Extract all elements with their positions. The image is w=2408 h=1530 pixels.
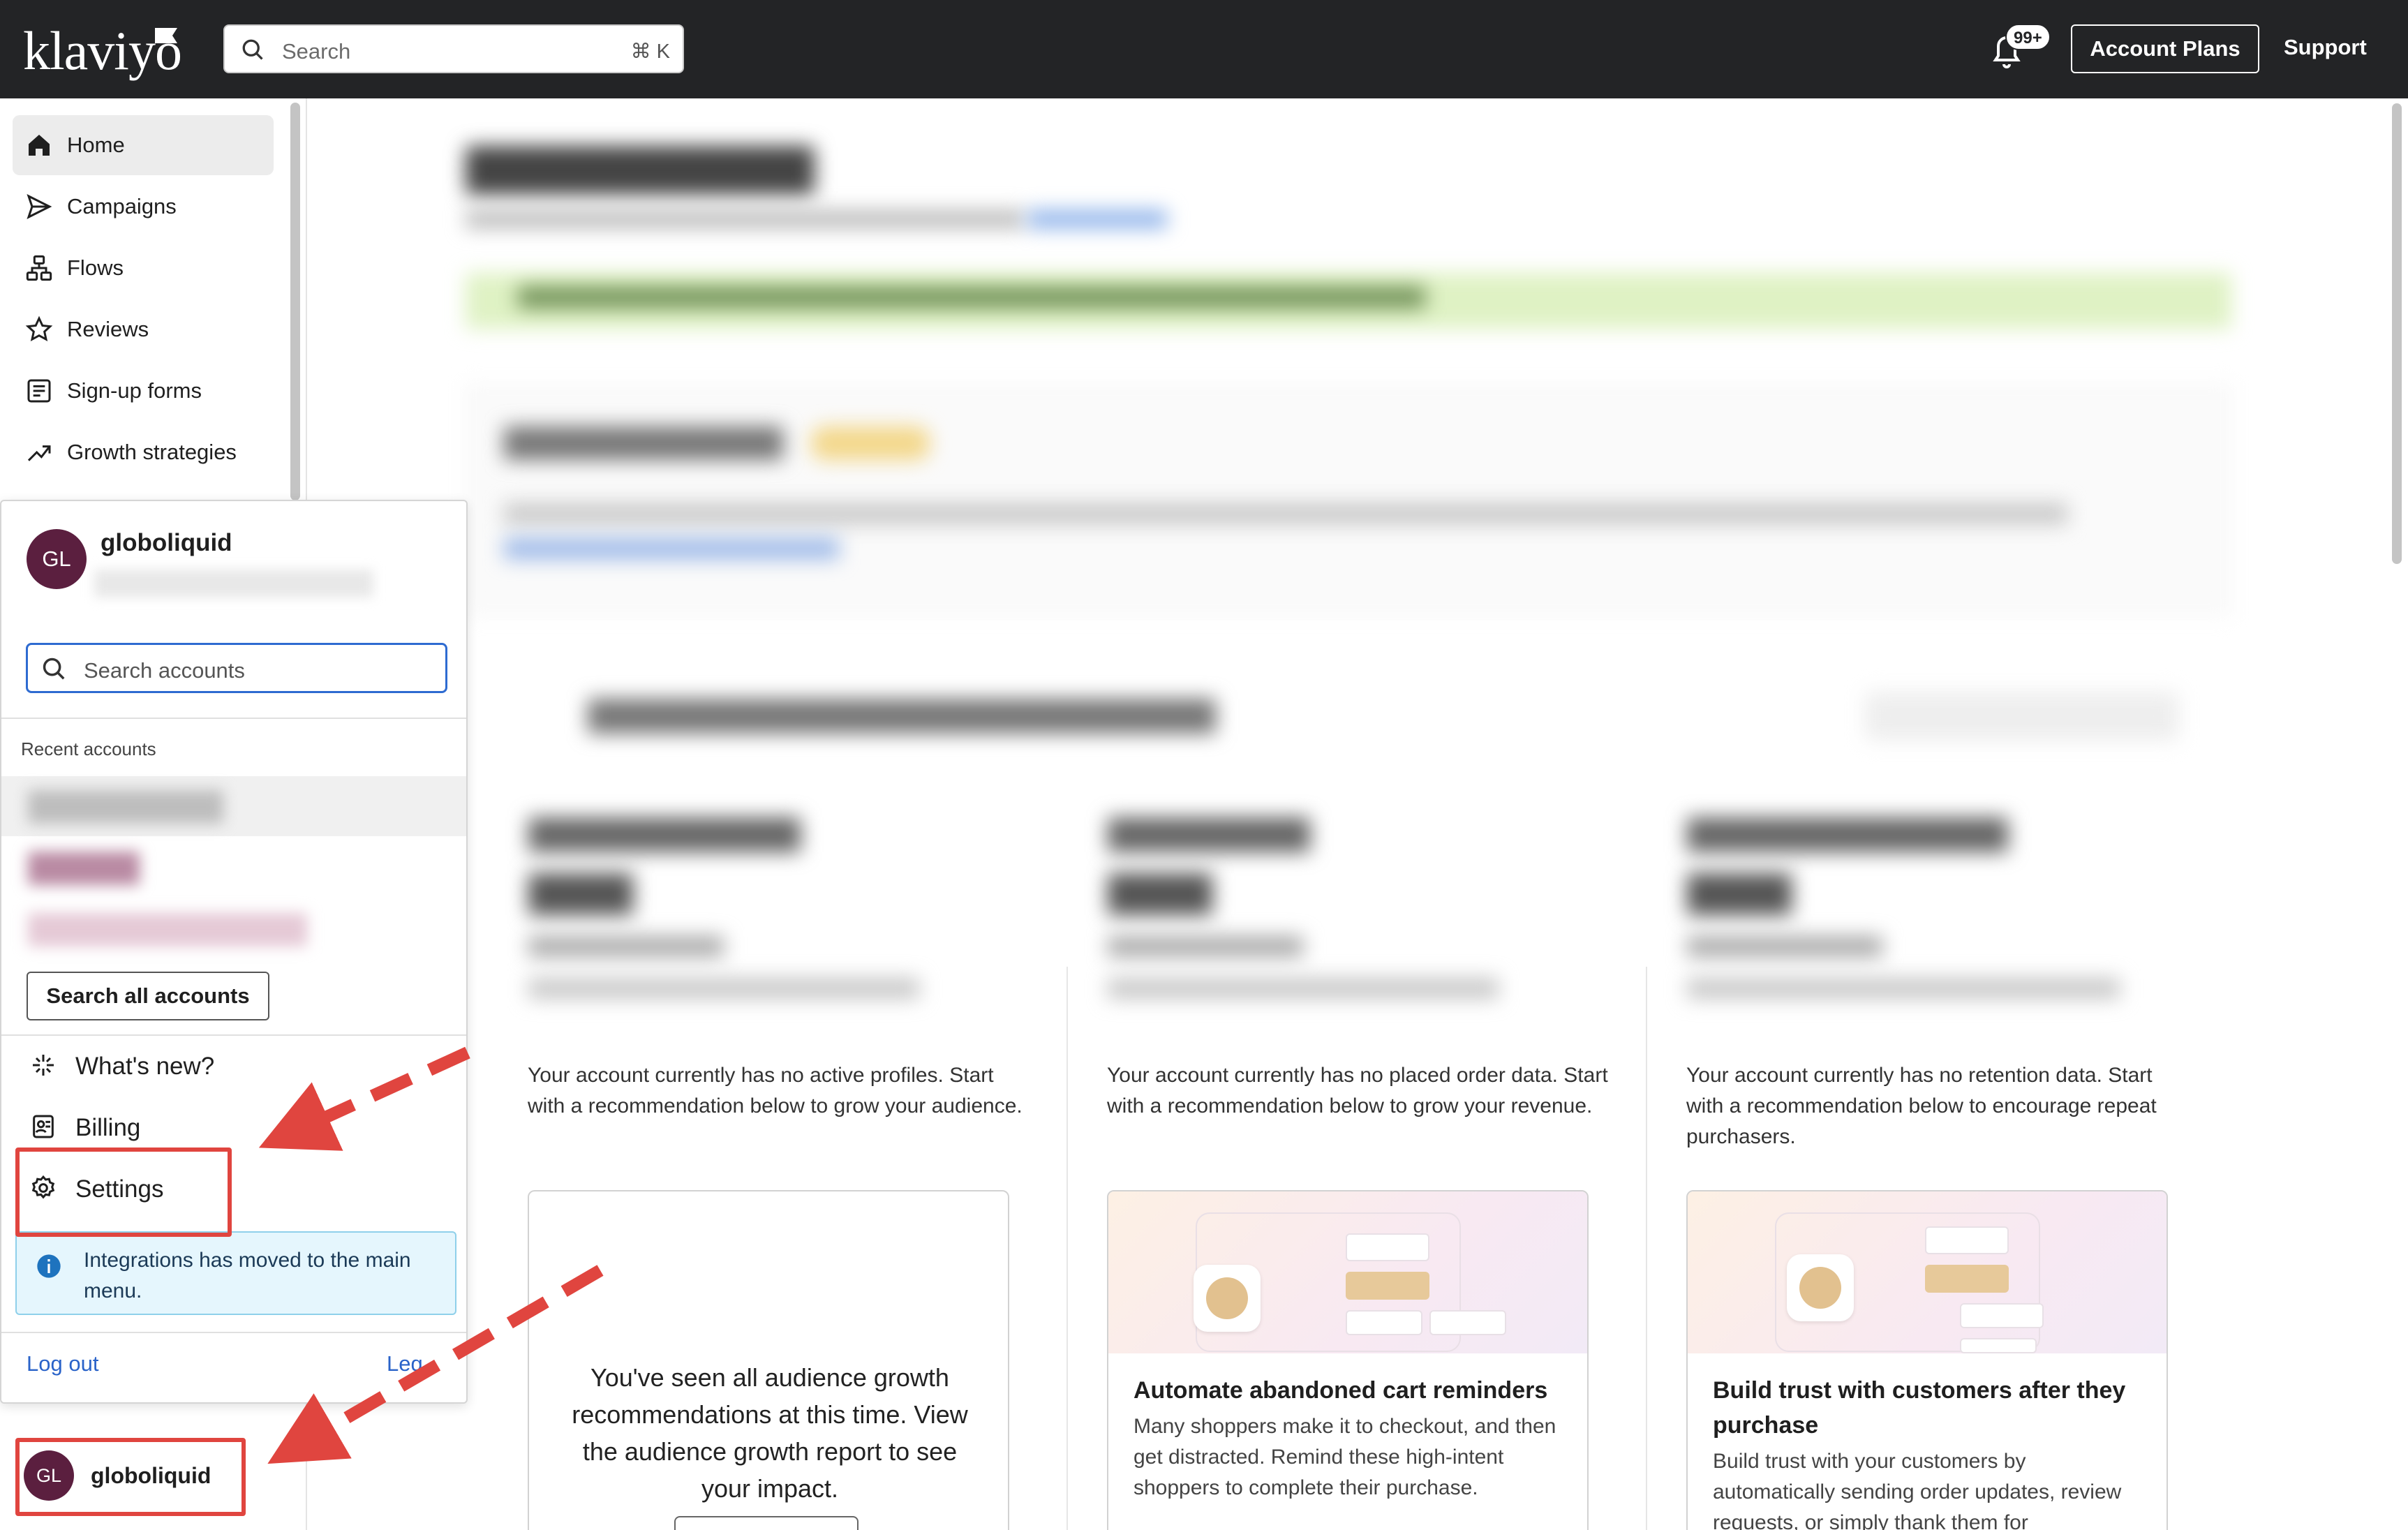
info-icon — [37, 1254, 61, 1278]
divider — [1, 1034, 466, 1036]
audience-seen-card: You've seen all audience growth recommen… — [528, 1190, 1009, 1530]
revenue-column: Your account currently has no placed ord… — [1068, 967, 1647, 1530]
sidebar-item-label: Sign-up forms — [67, 378, 202, 403]
integrations-info-banner: Integrations has moved to the main menu. — [15, 1231, 456, 1315]
blurred-dashboard — [309, 98, 2408, 1065]
search-placeholder: Search — [282, 39, 351, 64]
divider — [1, 1332, 466, 1333]
cart-icon — [1206, 1277, 1248, 1319]
whats-new-menu-item[interactable]: What's new? — [15, 1037, 448, 1093]
revenue-empty-message: Your account currently has no placed ord… — [1107, 1064, 1608, 1117]
sidebar-item-reviews[interactable]: Reviews — [13, 299, 274, 359]
trend-icon — [27, 445, 51, 461]
search-icon — [242, 39, 263, 60]
flows-icon — [26, 255, 52, 281]
abandoned-cart-description: Many shoppers make it to checkout, and t… — [1134, 1415, 1556, 1499]
account-menu-popover: GL globoliquid Search accounts Recent ac… — [0, 500, 468, 1404]
global-search-input[interactable]: Search ⌘ K — [223, 24, 684, 73]
retention-column: Your account currently has no retention … — [1647, 967, 2227, 1530]
audience-growth-column: Your account currently has no active pro… — [489, 967, 1068, 1530]
account-avatar: GL — [27, 529, 87, 589]
main-scrollbar[interactable] — [2392, 103, 2402, 564]
post-purchase-description: Build trust with your customers by autom… — [1713, 1450, 2122, 1530]
account-plans-button[interactable]: Account Plans — [2071, 24, 2259, 73]
divider — [1, 718, 466, 719]
account-email-redacted — [94, 570, 373, 597]
top-bar: klaviyo Search ⌘ K 99+ Account Plans Sup… — [0, 0, 2408, 98]
sidebar-scrollbar[interactable] — [290, 103, 300, 500]
send-icon — [27, 194, 52, 219]
post-purchase-card[interactable]: Build trust with customers after they pu… — [1686, 1190, 2168, 1530]
menu-item-label: Billing — [75, 1114, 141, 1141]
sidebar-item-label: Reviews — [67, 317, 149, 341]
cart-icon — [1799, 1267, 1841, 1309]
sidebar-item-growth-strategies[interactable]: Growth strategies — [13, 422, 274, 482]
sidebar-item-label: Flows — [67, 255, 124, 280]
abandoned-cart-title: Automate abandoned cart reminders — [1134, 1377, 1548, 1404]
post-purchase-title: Build trust with customers after they pu… — [1713, 1377, 2126, 1439]
sidebar-item-flows[interactable]: Flows — [13, 238, 274, 298]
recent-account-item[interactable] — [1, 776, 466, 836]
post-purchase-illustration — [1688, 1191, 2167, 1353]
billing-menu-item[interactable]: Billing — [15, 1099, 448, 1154]
billing-icon — [33, 1115, 54, 1138]
sidebar-item-label: Campaigns — [67, 194, 177, 218]
search-accounts-input[interactable]: Search accounts — [26, 643, 447, 693]
recent-account-item[interactable] — [1, 899, 466, 959]
search-shortcut: ⌘ K — [630, 40, 670, 63]
support-link[interactable]: Support — [2284, 35, 2367, 60]
recent-account-item[interactable] — [1, 838, 466, 898]
account-chip-highlight-box — [15, 1438, 246, 1516]
sidebar-item-label: Home — [67, 133, 125, 157]
view-report-button[interactable] — [674, 1516, 859, 1530]
menu-item-label: What's new? — [75, 1053, 215, 1080]
audience-empty-message: Your account currently has no active pro… — [528, 1064, 1023, 1117]
search-accounts-placeholder: Search accounts — [84, 658, 245, 683]
logout-link[interactable]: Log out — [27, 1351, 98, 1376]
search-all-accounts-button[interactable]: Search all accounts — [27, 972, 269, 1020]
search-icon — [43, 658, 65, 680]
form-icon — [27, 379, 51, 403]
abandoned-cart-illustration — [1108, 1191, 1587, 1353]
sidebar-item-signup-forms[interactable]: Sign-up forms — [13, 361, 274, 421]
abandoned-cart-card[interactable]: Automate abandoned cart reminders Many s… — [1107, 1190, 1589, 1530]
home-icon — [29, 135, 50, 156]
sidebar-item-home[interactable]: Home — [13, 115, 274, 175]
star-icon — [25, 315, 53, 342]
sidebar-item-campaigns[interactable]: Campaigns — [13, 177, 274, 237]
retention-empty-message: Your account currently has no retention … — [1686, 1064, 2157, 1148]
audience-seen-message: You've seen all audience growth recommen… — [572, 1363, 968, 1503]
legal-link[interactable]: Leg — [387, 1351, 423, 1376]
sidebar-item-label: Growth strategies — [67, 440, 237, 464]
sparkle-icon — [33, 1055, 54, 1076]
recent-accounts-label: Recent accounts — [21, 738, 156, 759]
settings-highlight-box — [15, 1148, 232, 1237]
integrations-info-text: Integrations has moved to the main menu. — [84, 1249, 411, 1302]
notifications-badge: 99+ — [2005, 24, 2051, 50]
account-name: globoliquid — [101, 529, 232, 556]
